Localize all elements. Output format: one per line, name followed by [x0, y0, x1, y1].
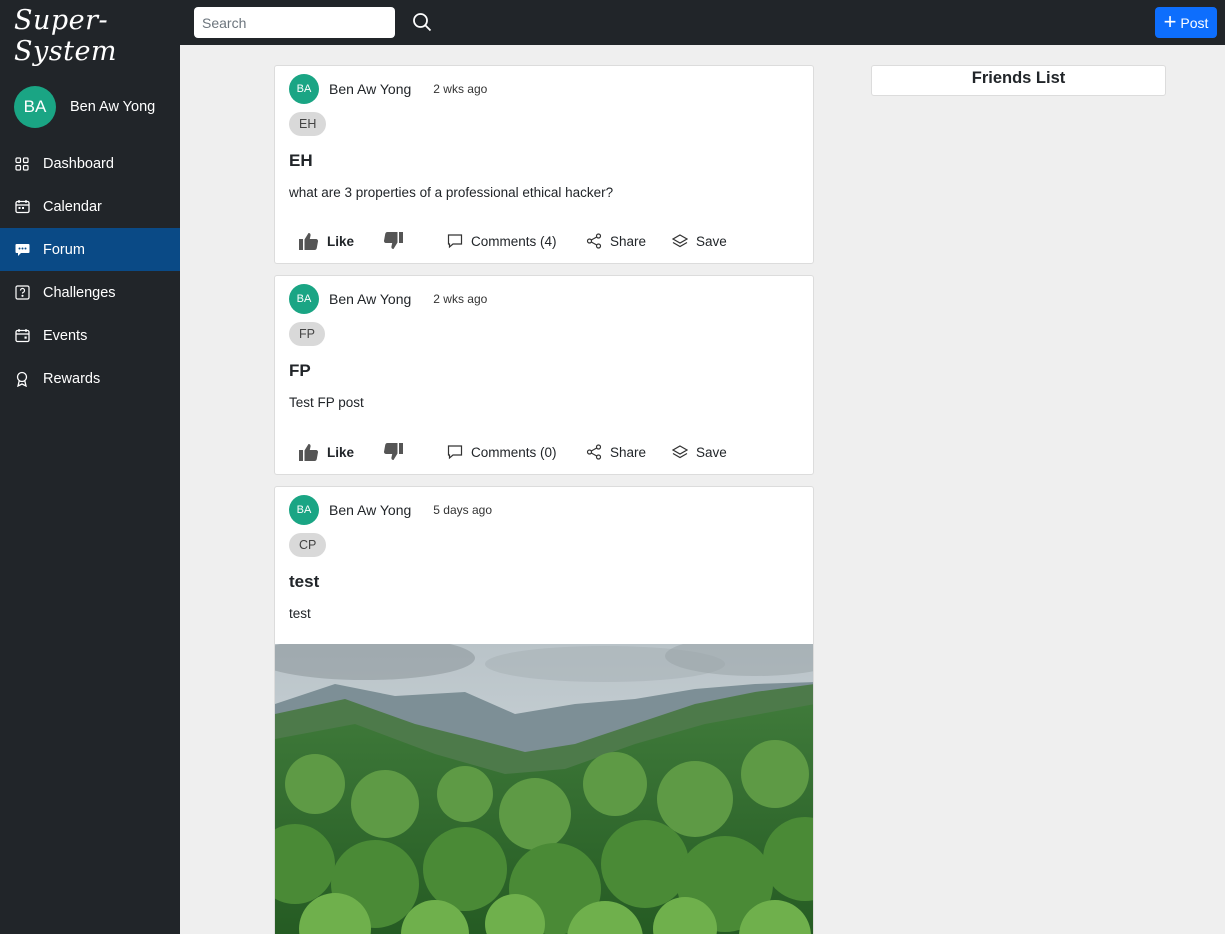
share-label: Share [610, 444, 647, 460]
sidebar-item-events[interactable]: Events [0, 314, 180, 357]
comment-icon [447, 234, 463, 249]
sidebar-item-label: Dashboard [43, 155, 114, 172]
share-button[interactable]: Share [586, 230, 646, 252]
post-title[interactable]: test [289, 572, 319, 592]
grid-icon [14, 156, 30, 172]
avatar[interactable]: BA [289, 495, 319, 525]
new-post-button[interactable]: + Post [1155, 7, 1217, 38]
post-title[interactable]: FP [289, 361, 311, 381]
award-icon [14, 371, 30, 387]
comments-label: Comments (0) [471, 444, 557, 460]
comments-button[interactable]: Comments (0) [447, 441, 557, 463]
sidebar-item-label: Calendar [43, 198, 102, 215]
post-tag[interactable]: EH [289, 112, 327, 136]
save-label: Save [696, 233, 727, 249]
sidebar-item-label: Events [43, 327, 88, 344]
search-input[interactable] [194, 7, 395, 38]
sidebar-item-dashboard[interactable]: Dashboard [0, 142, 180, 185]
dislike-button[interactable] [383, 441, 411, 463]
post-card: BA Ben Aw Yong 2 wks ago FP FP Test FP p… [274, 275, 814, 475]
post-time: 5 days ago [433, 503, 492, 517]
layers-icon [672, 445, 688, 459]
sidebar: Super-System BA Ben Aw Yong Dashboard Ca… [0, 0, 180, 934]
save-button[interactable]: Save [672, 230, 727, 252]
chat-icon [14, 242, 30, 258]
sidebar-item-label: Forum [43, 241, 85, 258]
plus-icon: + [1163, 8, 1177, 34]
post-header: BA Ben Aw Yong 2 wks ago [289, 284, 487, 314]
friends-list: Friends List [871, 65, 1166, 96]
post-image[interactable] [275, 644, 814, 934]
calendar-icon [14, 199, 30, 215]
sidebar-item-label: Rewards [43, 370, 101, 387]
post-actions: Like Comments (0) Share Save [289, 441, 809, 463]
user-profile[interactable]: BA Ben Aw Yong [0, 72, 180, 142]
post-tag[interactable]: FP [289, 322, 325, 346]
post-body: test [289, 606, 311, 621]
comments-label: Comments (4) [471, 233, 557, 249]
like-button[interactable]: Like [299, 230, 354, 252]
thumbs-up-icon [299, 233, 319, 250]
post-button-label: Post [1180, 14, 1209, 31]
thumbs-down-icon [383, 443, 403, 460]
post-card: BA Ben Aw Yong 5 days ago CP test test [274, 486, 814, 934]
calendar-event-icon [14, 328, 30, 344]
post-title[interactable]: EH [289, 151, 313, 171]
user-name: Ben Aw Yong [70, 99, 156, 115]
sidebar-item-rewards[interactable]: Rewards [0, 357, 180, 400]
sidebar-nav: Dashboard Calendar Forum Challenges Even… [0, 142, 180, 400]
brand-logo[interactable]: Super-System [0, 0, 180, 72]
share-button[interactable]: Share [586, 441, 646, 463]
question-square-icon [14, 285, 30, 301]
like-label: Like [327, 233, 355, 249]
dislike-button[interactable] [383, 230, 411, 252]
share-label: Share [610, 233, 647, 249]
share-icon [586, 233, 602, 249]
post-actions: Like Comments (4) Share Save [289, 230, 809, 252]
sidebar-item-challenges[interactable]: Challenges [0, 271, 180, 314]
post-time: 2 wks ago [433, 292, 488, 306]
save-label: Save [696, 444, 727, 460]
thumbs-down-icon [383, 232, 403, 249]
comment-icon [447, 445, 463, 460]
post-card: BA Ben Aw Yong 2 wks ago EH EH what are … [274, 65, 814, 264]
top-bar: + Post [180, 0, 1225, 45]
avatar[interactable]: BA [289, 284, 319, 314]
search-icon[interactable] [412, 12, 434, 34]
avatar[interactable]: BA [289, 74, 319, 104]
post-body: what are 3 properties of a professional … [289, 185, 614, 200]
layers-icon [672, 234, 688, 248]
post-time: 2 wks ago [433, 82, 488, 96]
save-button[interactable]: Save [672, 441, 727, 463]
post-author[interactable]: Ben Aw Yong [329, 81, 411, 97]
avatar: BA [14, 86, 56, 128]
like-button[interactable]: Like [299, 441, 354, 463]
thumbs-up-icon [299, 444, 319, 461]
sidebar-item-calendar[interactable]: Calendar [0, 185, 180, 228]
post-tag[interactable]: CP [289, 533, 327, 557]
post-author[interactable]: Ben Aw Yong [329, 502, 411, 518]
comments-button[interactable]: Comments (4) [447, 230, 557, 252]
sidebar-item-label: Challenges [43, 284, 116, 301]
post-header: BA Ben Aw Yong 5 days ago [289, 495, 492, 525]
sidebar-item-forum[interactable]: Forum [0, 228, 180, 271]
friends-list-title: Friends List [971, 69, 1066, 87]
post-header: BA Ben Aw Yong 2 wks ago [289, 74, 487, 104]
like-label: Like [327, 444, 355, 460]
post-body: Test FP post [289, 395, 364, 410]
post-author[interactable]: Ben Aw Yong [329, 291, 411, 307]
share-icon [586, 444, 602, 460]
